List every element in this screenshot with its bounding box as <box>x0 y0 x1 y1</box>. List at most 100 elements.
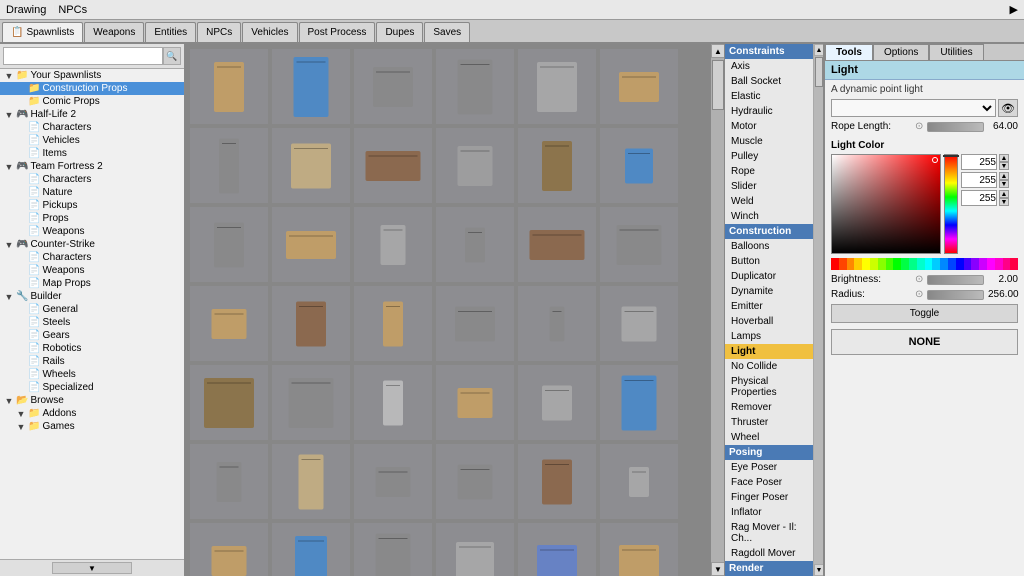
prop-item-17[interactable] <box>600 207 678 282</box>
palette-cell-19[interactable] <box>979 258 987 270</box>
cat-item-0-3[interactable]: Hydraulic <box>725 104 813 119</box>
toggle-button[interactable]: Toggle <box>831 304 1018 323</box>
tree-item-25[interactable]: ▼📂Browse <box>0 394 184 407</box>
prop-item-3[interactable] <box>436 49 514 124</box>
tree-item-8[interactable]: 📄Characters <box>0 173 184 186</box>
color-gradient[interactable] <box>831 154 941 254</box>
tree-item-17[interactable]: ▼🔧Builder <box>0 290 184 303</box>
cat-item-1-7[interactable]: Light <box>725 344 813 359</box>
tree-item-18[interactable]: 📄General <box>0 303 184 316</box>
prop-item-20[interactable] <box>354 286 432 361</box>
prop-item-28[interactable] <box>518 365 596 440</box>
tree-item-4[interactable]: 📄Characters <box>0 121 184 134</box>
cat-item-0-6[interactable]: Pulley <box>725 149 813 164</box>
tree-item-27[interactable]: ▼📁Games <box>0 420 184 433</box>
rgb-r-up[interactable]: ▲ <box>999 154 1009 162</box>
none-button[interactable]: NONE <box>831 329 1018 355</box>
cat-item-1-11[interactable]: Thruster <box>725 415 813 430</box>
cat-item-1-5[interactable]: Hoverball <box>725 314 813 329</box>
palette-cell-14[interactable] <box>940 258 948 270</box>
rgb-g-input[interactable] <box>961 172 997 188</box>
palette-cell-10[interactable] <box>909 258 917 270</box>
palette-cell-16[interactable] <box>956 258 964 270</box>
cat-item-1-3[interactable]: Dynamite <box>725 284 813 299</box>
tree-item-7[interactable]: ▼🎮Team Fortress 2 <box>0 160 184 173</box>
cat-item-2-2[interactable]: Finger Poser <box>725 490 813 505</box>
prop-item-19[interactable] <box>272 286 350 361</box>
prop-item-21[interactable] <box>436 286 514 361</box>
prop-item-2[interactable] <box>354 49 432 124</box>
rgb-r-down[interactable]: ▼ <box>999 162 1009 170</box>
palette-cell-6[interactable] <box>878 258 886 270</box>
menu-drawing[interactable]: Drawing <box>6 4 46 16</box>
prop-item-5[interactable] <box>600 49 678 124</box>
prop-item-36[interactable] <box>190 523 268 576</box>
cat-item-1-1[interactable]: Button <box>725 254 813 269</box>
tree-item-19[interactable]: 📄Steels <box>0 316 184 329</box>
tab-dupes[interactable]: Dupes <box>376 22 423 42</box>
tree-item-3[interactable]: ▼🎮Half-Life 2 <box>0 108 184 121</box>
prop-item-18[interactable] <box>190 286 268 361</box>
tree-item-22[interactable]: 📄Rails <box>0 355 184 368</box>
prop-item-40[interactable] <box>518 523 596 576</box>
cat-scroll-thumb[interactable] <box>815 57 823 87</box>
palette-cell-15[interactable] <box>948 258 956 270</box>
cat-item-1-12[interactable]: Wheel <box>725 430 813 445</box>
tab-postprocess[interactable]: Post Process <box>299 22 376 42</box>
color-cursor[interactable] <box>932 157 938 163</box>
cat-item-0-0[interactable]: Axis <box>725 59 813 74</box>
prop-item-38[interactable] <box>354 523 432 576</box>
prop-item-32[interactable] <box>354 444 432 519</box>
tree-item-10[interactable]: 📄Pickups <box>0 199 184 212</box>
prop-item-33[interactable] <box>436 444 514 519</box>
rope-length-slider[interactable] <box>927 122 984 132</box>
scroll-thumb[interactable] <box>712 60 724 110</box>
cat-item-1-8[interactable]: No Collide <box>725 359 813 374</box>
prop-item-6[interactable] <box>190 128 268 203</box>
palette-cell-20[interactable] <box>987 258 995 270</box>
prop-item-23[interactable] <box>600 286 678 361</box>
prop-item-13[interactable] <box>272 207 350 282</box>
tree-item-2[interactable]: 📁Comic Props <box>0 95 184 108</box>
tree-item-24[interactable]: 📄Specialized <box>0 381 184 394</box>
cat-item-1-10[interactable]: Remover <box>725 400 813 415</box>
prop-item-7[interactable] <box>272 128 350 203</box>
cat-item-1-6[interactable]: Lamps <box>725 329 813 344</box>
rgb-b-up[interactable]: ▲ <box>999 190 1009 198</box>
prop-item-8[interactable] <box>354 128 432 203</box>
prop-item-26[interactable] <box>354 365 432 440</box>
cat-item-0-7[interactable]: Rope <box>725 164 813 179</box>
palette-cell-5[interactable] <box>870 258 878 270</box>
right-tab-utilities[interactable]: Utilities <box>929 44 983 60</box>
cat-item-0-5[interactable]: Muscle <box>725 134 813 149</box>
prop-item-29[interactable] <box>600 365 678 440</box>
tree-item-13[interactable]: ▼🎮Counter-Strike <box>0 238 184 251</box>
cat-item-2-1[interactable]: Face Poser <box>725 475 813 490</box>
palette-cell-9[interactable] <box>901 258 909 270</box>
palette-cell-3[interactable] <box>854 258 862 270</box>
prop-item-0[interactable] <box>190 49 268 124</box>
prop-item-24[interactable] <box>190 365 268 440</box>
light-dropdown[interactable] <box>831 99 996 117</box>
menu-npcs[interactable]: NPCs <box>58 4 87 16</box>
palette-cell-12[interactable] <box>925 258 933 270</box>
search-input[interactable] <box>3 47 163 65</box>
rgb-b-down[interactable]: ▼ <box>999 198 1009 206</box>
prop-item-30[interactable] <box>190 444 268 519</box>
prop-item-41[interactable] <box>600 523 678 576</box>
cat-item-0-1[interactable]: Ball Socket <box>725 74 813 89</box>
right-tab-tools[interactable]: Tools <box>825 44 873 60</box>
tree-item-12[interactable]: 📄Weapons <box>0 225 184 238</box>
tree-item-26[interactable]: ▼📁Addons <box>0 407 184 420</box>
cat-scroll-up[interactable]: ▲ <box>814 44 823 56</box>
palette-cell-23[interactable] <box>1010 258 1018 270</box>
rgb-g-up[interactable]: ▲ <box>999 172 1009 180</box>
palette-cell-1[interactable] <box>839 258 847 270</box>
tree-item-6[interactable]: 📄Items <box>0 147 184 160</box>
scroll-up-btn[interactable]: ▲ <box>711 44 724 58</box>
palette-cell-13[interactable] <box>932 258 940 270</box>
cat-item-2-5[interactable]: Ragdoll Mover <box>725 546 813 561</box>
prop-item-11[interactable] <box>600 128 678 203</box>
rgb-r-input[interactable] <box>961 154 997 170</box>
cat-item-0-2[interactable]: Elastic <box>725 89 813 104</box>
